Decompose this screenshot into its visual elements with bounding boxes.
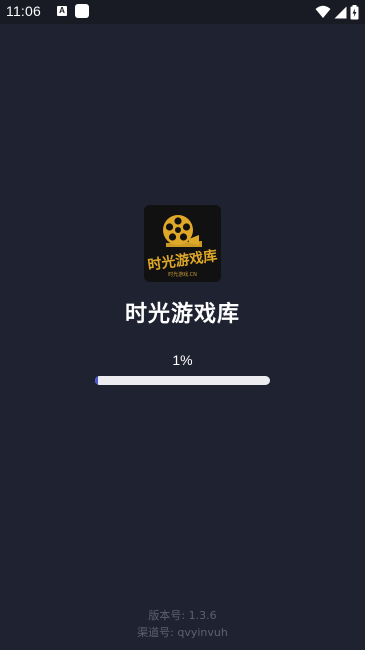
- battery-charging-icon: [350, 4, 359, 20]
- progress-fill: [95, 376, 98, 385]
- logo-subtext: 时光游戏.CN: [168, 271, 197, 278]
- square-notification-icon: [75, 4, 89, 18]
- status-time: 11:06: [6, 3, 41, 19]
- version-label: 版本号: 1.3.6: [148, 609, 217, 622]
- app-logo: 时光游戏库 时光游戏.CN: [144, 205, 221, 282]
- progress-bar: [95, 376, 270, 385]
- a-notification-icon: A: [57, 6, 67, 16]
- signal-icon: [334, 5, 347, 19]
- status-icons: [315, 4, 359, 20]
- status-bar: 11:06 A: [0, 0, 365, 24]
- wifi-icon: [315, 5, 331, 19]
- app-title: 时光游戏库: [124, 302, 240, 327]
- progress-percent: 1%: [172, 352, 193, 368]
- channel-label: 渠道号: qvyinvuh: [137, 626, 228, 639]
- splash-screen: 11:06 A 时光游戏库 时光游戏.CN 时光游戏库 1% 版本号: 1.3.…: [0, 0, 365, 650]
